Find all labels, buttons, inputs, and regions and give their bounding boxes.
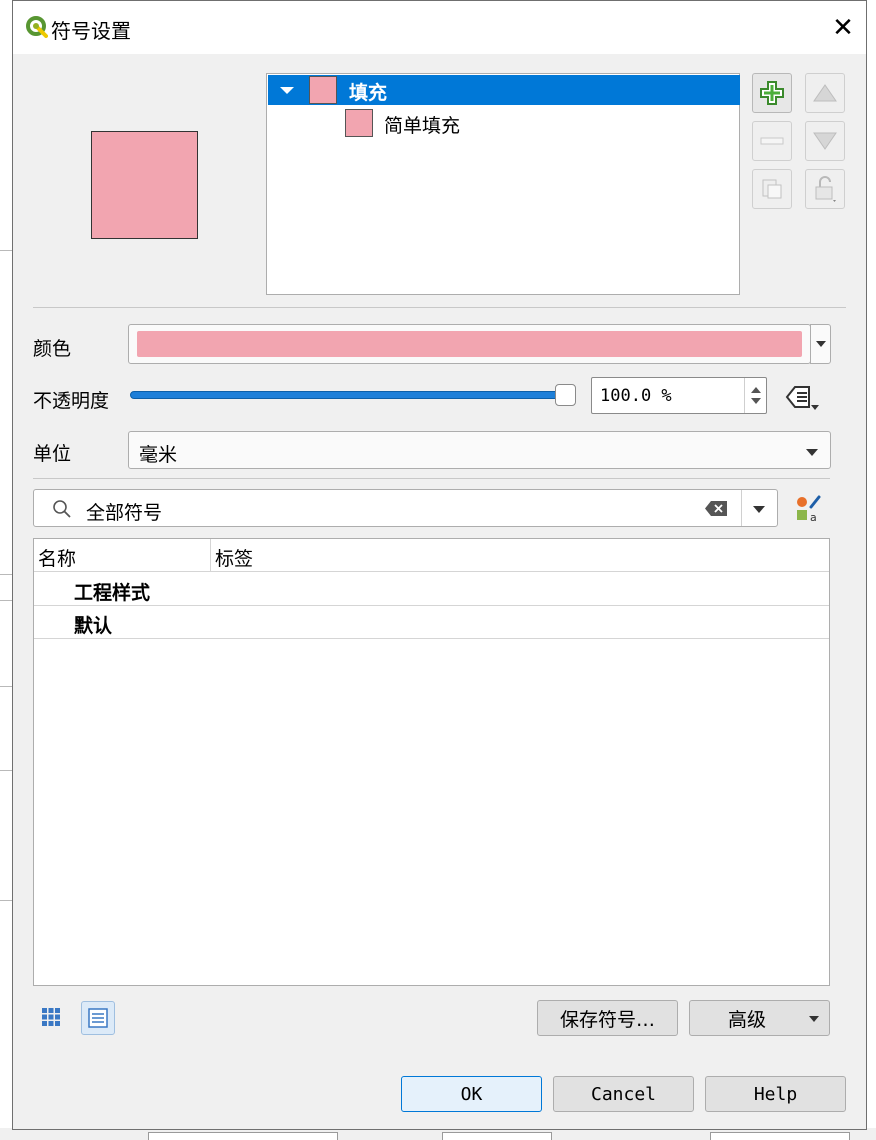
add-symbol-layer-button[interactable]	[752, 73, 792, 113]
column-header-name[interactable]: 名称	[38, 544, 76, 571]
tree-item-label: 简单填充	[384, 115, 461, 137]
step-down-icon[interactable]	[751, 398, 761, 404]
background-field	[148, 1132, 338, 1140]
background-divider	[0, 770, 12, 771]
table-row[interactable]: 默认	[34, 606, 829, 639]
symbol-library-table[interactable]: 名称 标签 工程样式 默认	[33, 538, 830, 986]
collapse-arrow-icon[interactable]	[280, 87, 294, 94]
unit-value: 毫米	[139, 444, 178, 466]
search-dropdown-icon[interactable]	[753, 506, 765, 513]
minus-icon	[760, 137, 784, 145]
search-dropdown-divider	[741, 490, 742, 526]
cancel-button[interactable]: Cancel	[553, 1076, 694, 1112]
clear-text-icon[interactable]	[704, 500, 728, 517]
search-icon	[53, 500, 71, 518]
title-bar: 符号设置 ✕	[13, 1, 866, 54]
section-divider	[33, 478, 830, 479]
advanced-menu-button[interactable]: 高级	[689, 1000, 830, 1036]
tree-item-simple-fill[interactable]: 简单填充	[268, 108, 740, 138]
background-divider	[0, 600, 12, 601]
grid-view-icon	[42, 1008, 60, 1026]
color-label: 颜色	[33, 338, 72, 360]
row-name: 默认	[74, 615, 113, 637]
save-symbol-label: 保存符号…	[559, 1008, 655, 1031]
opacity-label: 不透明度	[33, 390, 110, 412]
background-field	[710, 1132, 850, 1140]
unit-combobox[interactable]: 毫米	[128, 431, 831, 469]
chevron-down-icon	[806, 449, 818, 456]
opacity-value: 100.0 %	[600, 386, 672, 406]
background-divider	[0, 686, 12, 687]
symbol-layer-tree[interactable]: 填充 简单填充	[266, 73, 740, 295]
list-view-icon	[88, 1008, 108, 1028]
ok-button[interactable]: OK	[401, 1076, 542, 1112]
column-divider[interactable]	[210, 539, 211, 572]
icon-view-button[interactable]	[37, 1002, 65, 1032]
chevron-down-icon	[815, 341, 826, 347]
help-label: Help	[753, 1083, 798, 1105]
cancel-label: Cancel	[590, 1083, 657, 1105]
search-input[interactable]: 全部符号	[86, 498, 162, 525]
lock-icon	[815, 176, 836, 202]
table-header: 名称 标签	[34, 539, 829, 572]
row-name: 工程样式	[74, 582, 151, 604]
color-menu-button[interactable]	[810, 324, 831, 364]
symbol-search-box[interactable]: 全部符号	[33, 489, 778, 527]
fill-swatch	[309, 76, 337, 104]
tree-item-fill[interactable]: 填充	[268, 75, 740, 105]
column-header-tags[interactable]: 标签	[215, 544, 253, 571]
list-view-button[interactable]	[81, 1001, 115, 1035]
qgis-logo-icon	[26, 16, 48, 38]
opacity-slider-handle[interactable]	[555, 384, 576, 406]
tree-item-label: 填充	[349, 82, 388, 104]
symbol-preview	[91, 131, 198, 239]
color-picker-button[interactable]	[128, 324, 811, 364]
move-up-button[interactable]	[805, 73, 845, 113]
triangle-down-icon	[813, 132, 837, 150]
background-divider	[0, 900, 12, 901]
unit-label: 单位	[33, 443, 72, 465]
color-swatch	[137, 331, 802, 357]
save-symbol-button[interactable]: 保存符号…	[537, 1000, 678, 1036]
background-divider	[0, 574, 12, 575]
remove-symbol-layer-button[interactable]	[752, 121, 792, 161]
duplicate-icon	[762, 179, 782, 199]
table-row[interactable]: 工程样式	[34, 573, 829, 606]
ok-label: OK	[460, 1083, 483, 1105]
opacity-spinbox[interactable]: 100.0 %	[591, 377, 767, 414]
chevron-down-icon	[809, 1016, 819, 1022]
triangle-up-icon	[813, 84, 837, 102]
background-field	[442, 1132, 552, 1140]
move-down-button[interactable]	[805, 121, 845, 161]
lock-color-button[interactable]	[805, 169, 845, 209]
opacity-stepper[interactable]	[744, 378, 766, 413]
style-manager-button[interactable]: a	[795, 495, 821, 524]
data-defined-icon	[785, 386, 819, 410]
advanced-label: 高级	[728, 1008, 767, 1031]
opacity-slider-track[interactable]	[130, 391, 576, 399]
symbol-settings-dialog: 符号设置 ✕ 填充 简单填充 颜色 不透明度 100.0 % 单位 毫米 全部符…	[12, 0, 867, 1130]
dialog-title: 符号设置	[51, 19, 131, 43]
duplicate-layer-button[interactable]	[752, 169, 792, 209]
help-button[interactable]: Help	[705, 1076, 846, 1112]
simple-fill-swatch	[345, 109, 373, 137]
step-up-icon[interactable]	[751, 387, 761, 393]
data-defined-override-button[interactable]	[781, 381, 821, 413]
section-divider	[33, 307, 846, 308]
close-button[interactable]: ✕	[820, 1, 866, 54]
close-icon: ✕	[832, 12, 854, 43]
style-manager-icon: a	[797, 495, 821, 524]
background-divider	[0, 250, 12, 251]
green-plus-icon	[760, 81, 784, 105]
svg-text:a: a	[810, 511, 817, 523]
